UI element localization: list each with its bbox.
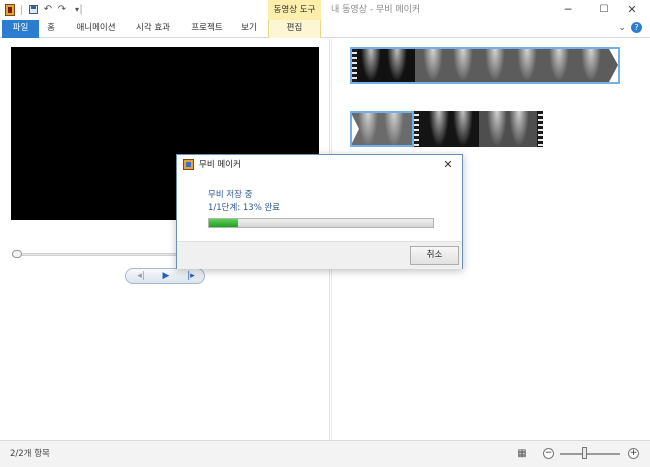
ribbon-help-area: ⌄ ? [616,22,642,36]
playback-controls: ◂| ▶ |▸ [125,268,205,284]
storyboard-clip[interactable] [350,47,620,84]
ribbon-tabs: 파일 홈 애니메이션 시각 효과 프로젝트 보기 편집 ⌄ ? [0,20,650,38]
save-status-text: 무비 저장 중 [208,190,253,200]
light-beam [423,49,443,82]
light-beam [581,49,601,82]
light-beam [485,49,505,82]
clip-selection-border [350,111,414,147]
light-beam [549,49,569,82]
zoom-slider-thumb[interactable] [582,447,588,459]
ribbon-collapse-icon[interactable]: ⌄ [616,23,628,33]
storyboard-view-icon[interactable]: ▦ [515,447,529,461]
clip-frame [479,111,537,147]
light-beam [453,111,473,147]
tab-view[interactable]: 보기 [237,20,261,38]
clip-frame [419,111,479,147]
dialog-footer: 취소 [177,241,462,269]
tab-home[interactable]: 홈 [42,20,60,38]
clip-frame [415,49,618,82]
light-beam [517,49,537,82]
qat-separator [21,5,22,15]
status-bar: 2/2개 항목 ▦ − + [0,440,650,467]
dialog-close-button[interactable]: ✕ [440,157,456,173]
light-beam [487,111,507,147]
save-progress-bar [208,218,434,228]
cancel-button[interactable]: 취소 [410,246,459,265]
previous-frame-button[interactable]: ◂| [128,269,154,283]
zoom-in-icon[interactable]: + [628,448,639,459]
help-icon[interactable]: ? [631,22,642,33]
clip-end-marker [609,49,618,82]
movie-maker-icon[interactable] [5,4,15,16]
tab-edit[interactable]: 편집 [268,20,321,38]
tab-project[interactable]: 프로젝트 [186,20,228,38]
save-icon[interactable] [29,5,38,14]
minimize-button[interactable]: ─ [550,0,586,20]
light-beam [509,111,529,147]
play-button[interactable]: ▶ [153,269,179,283]
dialog-title-bar: 무비 메이커 ✕ [177,155,462,175]
zoom-out-icon[interactable]: − [543,448,554,459]
undo-icon[interactable]: ↶ [42,3,54,16]
save-step-text: 1/1단계: 13% 완료 [208,203,281,213]
seek-thumb[interactable] [12,250,22,258]
qat-separator-bar: | [79,4,83,15]
dialog-title: 무비 메이커 [199,160,241,170]
title-bar: ↶ ↷ ▾ | 동영상 도구 내 동영상 - 무비 메이커 ─ ☐ ✕ [0,0,650,20]
save-progress-fill [209,219,239,227]
redo-icon[interactable]: ↷ [56,3,68,16]
window-title: 내 동영상 - 무비 메이커 [331,5,421,15]
item-count: 2/2개 항목 [10,449,50,459]
context-tab-group-label: 동영상 도구 [268,0,321,20]
next-frame-button[interactable]: |▸ [178,269,204,283]
clip-frame [357,49,415,82]
light-beam [429,111,449,147]
save-progress-dialog: 무비 메이커 ✕ 무비 저장 중 1/1단계: 13% 완료 취소 [176,154,463,269]
light-beam [387,49,407,82]
light-beam [361,49,381,82]
tab-animations[interactable]: 애니메이션 [70,20,122,38]
light-beam [453,49,473,82]
tab-visual-effects[interactable]: 시각 효과 [131,20,175,38]
film-perforation [538,111,543,147]
movie-maker-icon [183,159,194,170]
tab-file[interactable]: 파일 [2,20,39,38]
close-button[interactable]: ✕ [614,0,650,20]
zoom-slider[interactable] [560,453,620,455]
